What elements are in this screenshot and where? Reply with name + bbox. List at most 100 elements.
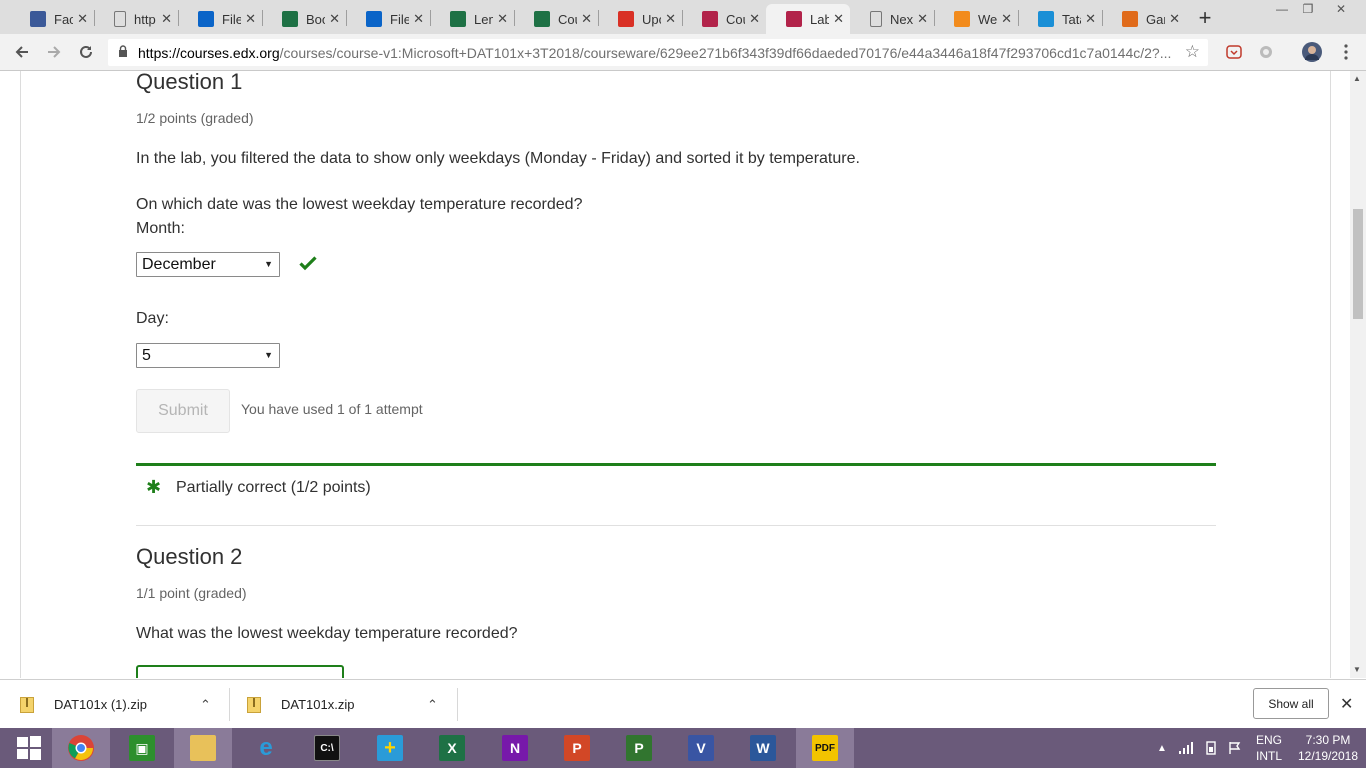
battery-icon[interactable] (1204, 728, 1218, 768)
word-icon: W (750, 735, 776, 761)
taskbar-onenote[interactable]: N (486, 728, 544, 768)
pocket-extension-icon[interactable] (1224, 42, 1244, 62)
chrome-icon (68, 735, 94, 761)
browser-tab[interactable]: Cou✕ (682, 4, 766, 34)
browser-tab[interactable]: Wel✕ (934, 4, 1018, 34)
question-2-answer-input[interactable] (136, 665, 344, 678)
network-icon[interactable] (1178, 728, 1194, 768)
taskbar-visio[interactable]: V (672, 728, 730, 768)
download-item[interactable]: DAT101x.zip ⌃ (247, 680, 438, 729)
month-select-value: December (142, 255, 216, 273)
browser-tab[interactable]: Cou✕ (514, 4, 598, 34)
taskbar-project[interactable]: P (610, 728, 668, 768)
browser-tab[interactable]: Faco✕ (10, 4, 94, 34)
close-tab-icon[interactable]: ✕ (1085, 11, 1096, 27)
browser-tab[interactable]: Gar✕ (1102, 4, 1186, 34)
dropdown-caret-icon: ▼ (264, 259, 273, 269)
taskbar-chrome[interactable] (52, 728, 110, 768)
visio-icon: V (688, 735, 714, 761)
browser-tab[interactable]: http ✕ (94, 4, 178, 34)
input-language[interactable]: ENG INTL (1256, 728, 1282, 768)
close-tab-icon[interactable]: ✕ (245, 11, 256, 27)
close-tab-icon[interactable]: ✕ (1001, 11, 1012, 27)
restore-button[interactable]: ❐ (1296, 0, 1320, 18)
close-tab-icon[interactable]: ✕ (497, 11, 508, 27)
chevron-up-icon[interactable]: ⌃ (427, 697, 438, 713)
close-tab-icon[interactable]: ✕ (833, 11, 844, 27)
address-bar[interactable]: https://courses.edx.org /courses/course-… (108, 39, 1208, 66)
tray-expand-icon[interactable]: ▲ (1157, 728, 1167, 768)
taskbar-word[interactable]: W (734, 728, 792, 768)
chrome-menu-icon[interactable] (1336, 42, 1356, 62)
taskbar-internet-explorer[interactable]: e (237, 728, 295, 768)
download-item[interactable]: DAT101x (1).zip ⌃ (20, 680, 211, 729)
back-icon[interactable] (10, 40, 34, 64)
tab-title: Cou (558, 11, 577, 27)
clock-time: 7:30 PM (1305, 733, 1351, 747)
taskbar-pdf[interactable]: PDF (796, 728, 854, 768)
close-tab-icon[interactable]: ✕ (413, 11, 424, 27)
close-tab-icon[interactable]: ✕ (329, 11, 340, 27)
forms-icon (534, 11, 550, 27)
taskbar-app[interactable]: + (361, 728, 419, 768)
browser-tab[interactable]: Lab ✕ (766, 4, 850, 34)
page-icon (114, 11, 126, 27)
close-tab-icon[interactable]: ✕ (77, 11, 88, 27)
start-button[interactable] (0, 728, 58, 768)
close-tab-icon[interactable]: ✕ (161, 11, 172, 27)
taskbar-clock[interactable]: 7:30 PM 12/19/2018 (1296, 732, 1360, 764)
question-2-points: 1/1 point (graded) (136, 585, 247, 601)
browser-tab[interactable]: Nex ✕ (850, 4, 934, 34)
show-all-button[interactable]: Show all (1253, 688, 1329, 719)
browser-tab[interactable]: Tata✕ (1018, 4, 1102, 34)
forward-icon[interactable] (42, 40, 66, 64)
extension-icon[interactable] (1256, 42, 1276, 62)
close-tab-icon[interactable]: ✕ (917, 11, 928, 27)
download-filename: DAT101x (1).zip (54, 697, 147, 712)
submit-button[interactable]: Submit (136, 389, 230, 433)
browser-tab[interactable]: Upc✕ (598, 4, 682, 34)
close-tab-icon[interactable]: ✕ (665, 11, 676, 27)
day-select[interactable]: 5 ▼ (136, 343, 280, 368)
close-shelf-icon[interactable]: ✕ (1340, 694, 1353, 714)
bookmark-star-icon[interactable]: ☆ (1185, 42, 1200, 62)
browser-tab[interactable]: Lem✕ (430, 4, 514, 34)
month-label: Month: (136, 220, 185, 237)
tab-separator (94, 10, 95, 26)
browser-tab[interactable]: Boo✕ (262, 4, 346, 34)
profile-avatar[interactable] (1302, 42, 1322, 62)
tab-title: Boo (306, 11, 325, 27)
close-tab-icon[interactable]: ✕ (581, 11, 592, 27)
question-1-title: Question 1 (136, 71, 243, 94)
taskbar-store[interactable]: ▣ (113, 728, 171, 768)
tab-separator (262, 10, 263, 26)
taskbar-excel[interactable]: X (423, 728, 481, 768)
scrollbar-thumb[interactable] (1353, 209, 1363, 319)
new-tab-button[interactable]: + (1192, 5, 1218, 30)
gauge-icon (1122, 11, 1138, 27)
month-select[interactable]: December ▼ (136, 252, 280, 277)
chevron-up-icon[interactable]: ⌃ (200, 697, 211, 713)
project-icon: P (626, 735, 652, 761)
close-tab-icon[interactable]: ✕ (1169, 11, 1180, 27)
taskbar-cmd[interactable]: C:\ (298, 728, 356, 768)
close-tab-icon[interactable]: ✕ (749, 11, 760, 27)
tab-title: Nex (890, 11, 914, 27)
taskbar-powerpoint[interactable]: P (548, 728, 606, 768)
page-scrollbar[interactable]: ▲ ▼ (1350, 71, 1366, 678)
minimize-button[interactable]: — (1270, 0, 1294, 18)
browser-tab[interactable]: Files✕ (178, 4, 262, 34)
close-window-button[interactable]: ✕ (1326, 0, 1356, 18)
plus-app-icon: + (377, 735, 403, 761)
tab-separator (598, 10, 599, 26)
browser-tab[interactable]: Files✕ (346, 4, 430, 34)
language-code: ENG (1256, 733, 1283, 747)
reload-icon[interactable] (74, 40, 98, 64)
course-page: Question 1 1/2 points (graded) In the la… (0, 71, 1350, 678)
scroll-up-icon[interactable]: ▲ (1353, 74, 1361, 83)
tab-title: Upc (642, 11, 661, 27)
scroll-down-icon[interactable]: ▼ (1353, 665, 1361, 674)
taskbar-file-explorer[interactable] (174, 728, 232, 768)
action-center-flag-icon[interactable] (1228, 728, 1242, 768)
question-1-intro: In the lab, you filtered the data to sho… (136, 150, 860, 167)
